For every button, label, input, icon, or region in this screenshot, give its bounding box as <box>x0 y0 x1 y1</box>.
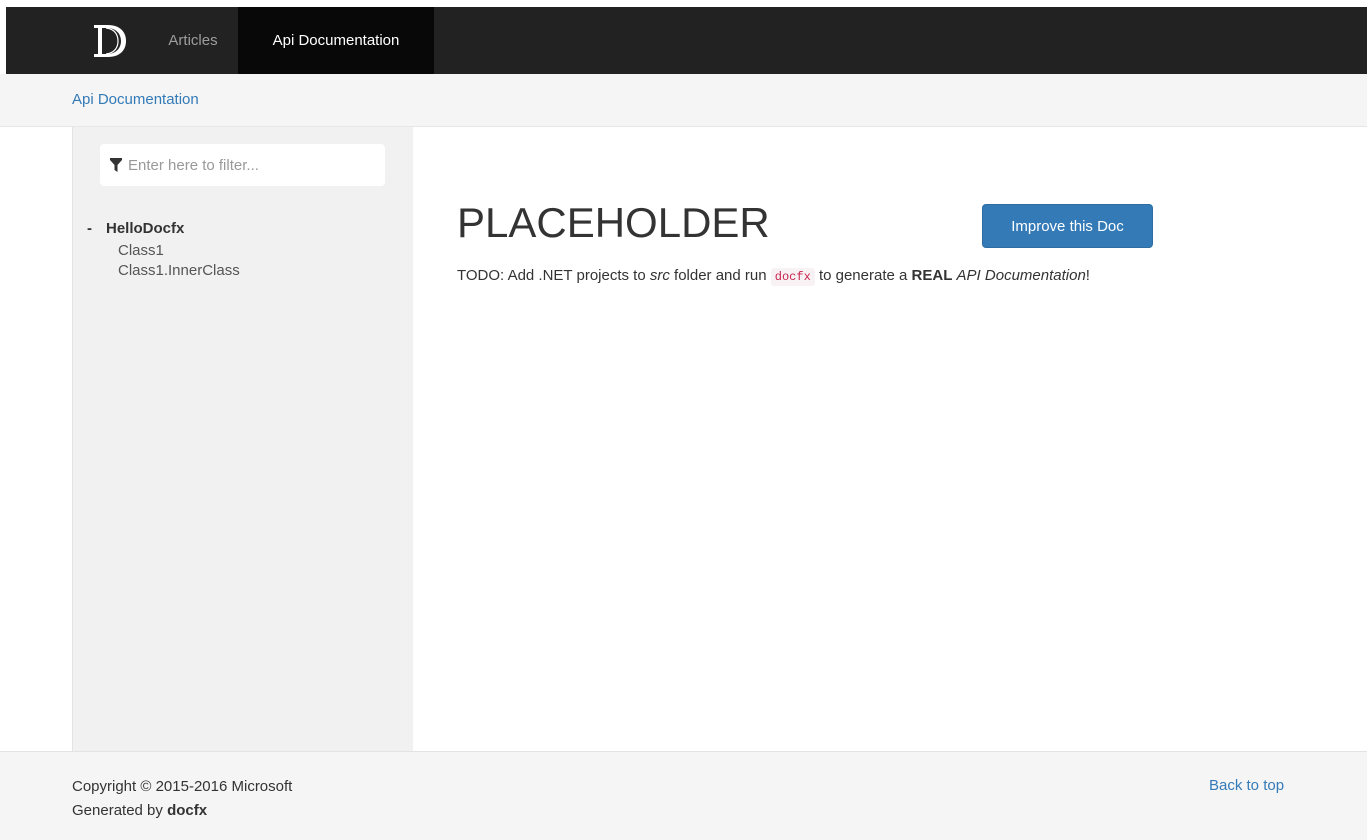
page-description: TODO: Add .NET projects to src folder an… <box>457 265 1117 288</box>
toc-item-class1-innerclass[interactable]: Class1.InnerClass <box>118 261 387 281</box>
docfx-logo-icon[interactable] <box>84 7 136 74</box>
breadcrumb: Api Documentation <box>0 74 1367 127</box>
desc-em-src: src <box>649 267 670 284</box>
toc-namespace-hellodocfx[interactable]: - HelloDocfx <box>87 218 387 238</box>
desc-text-1: TODO: Add .NET projects to <box>457 267 650 284</box>
desc-text-5: ! <box>1085 267 1090 284</box>
filter-input[interactable] <box>128 156 368 174</box>
sidebar: - HelloDocfx Class1 Class1.InnerClass <box>72 127 413 751</box>
footer-info: Copyright © 2015-2016 Microsoft Generate… <box>72 775 292 823</box>
toc-item-class1[interactable]: Class1 <box>118 241 387 261</box>
filter-box <box>100 144 385 186</box>
toc-expander[interactable]: - <box>87 220 106 237</box>
footer: Copyright © 2015-2016 Microsoft Generate… <box>0 751 1367 840</box>
back-to-top-link[interactable]: Back to top <box>1209 777 1284 794</box>
generated-by-prefix: Generated by <box>72 802 168 819</box>
desc-strong-real: REAL <box>911 267 953 284</box>
toc-tree: - HelloDocfx Class1 Class1.InnerClass <box>87 218 387 281</box>
generated-by-tool: docfx <box>167 802 208 819</box>
inline-code-docfx: docfx <box>770 268 815 286</box>
page-title: PLACEHOLDER <box>457 199 770 246</box>
generated-by: Generated by docfx <box>72 799 292 823</box>
main-content: PLACEHOLDER Improve this Doc TODO: Add .… <box>413 127 1367 751</box>
desc-em-api-documentation: API Documentation <box>956 267 1086 284</box>
improve-this-doc-button[interactable]: Improve this Doc <box>982 204 1153 248</box>
top-navbar: Articles Api Documentation <box>6 7 1367 74</box>
toc-namespace-label: HelloDocfx <box>106 219 185 237</box>
copyright-text: Copyright © 2015-2016 Microsoft <box>72 778 293 795</box>
breadcrumb-item-api-documentation[interactable]: Api Documentation <box>72 91 199 108</box>
nav-tab-articles[interactable]: Articles <box>149 7 237 74</box>
desc-text-2: folder and run <box>669 267 771 284</box>
filter-icon <box>110 158 122 172</box>
desc-text-3: to generate a <box>814 267 912 284</box>
nav-tab-api-documentation[interactable]: Api Documentation <box>238 7 434 74</box>
